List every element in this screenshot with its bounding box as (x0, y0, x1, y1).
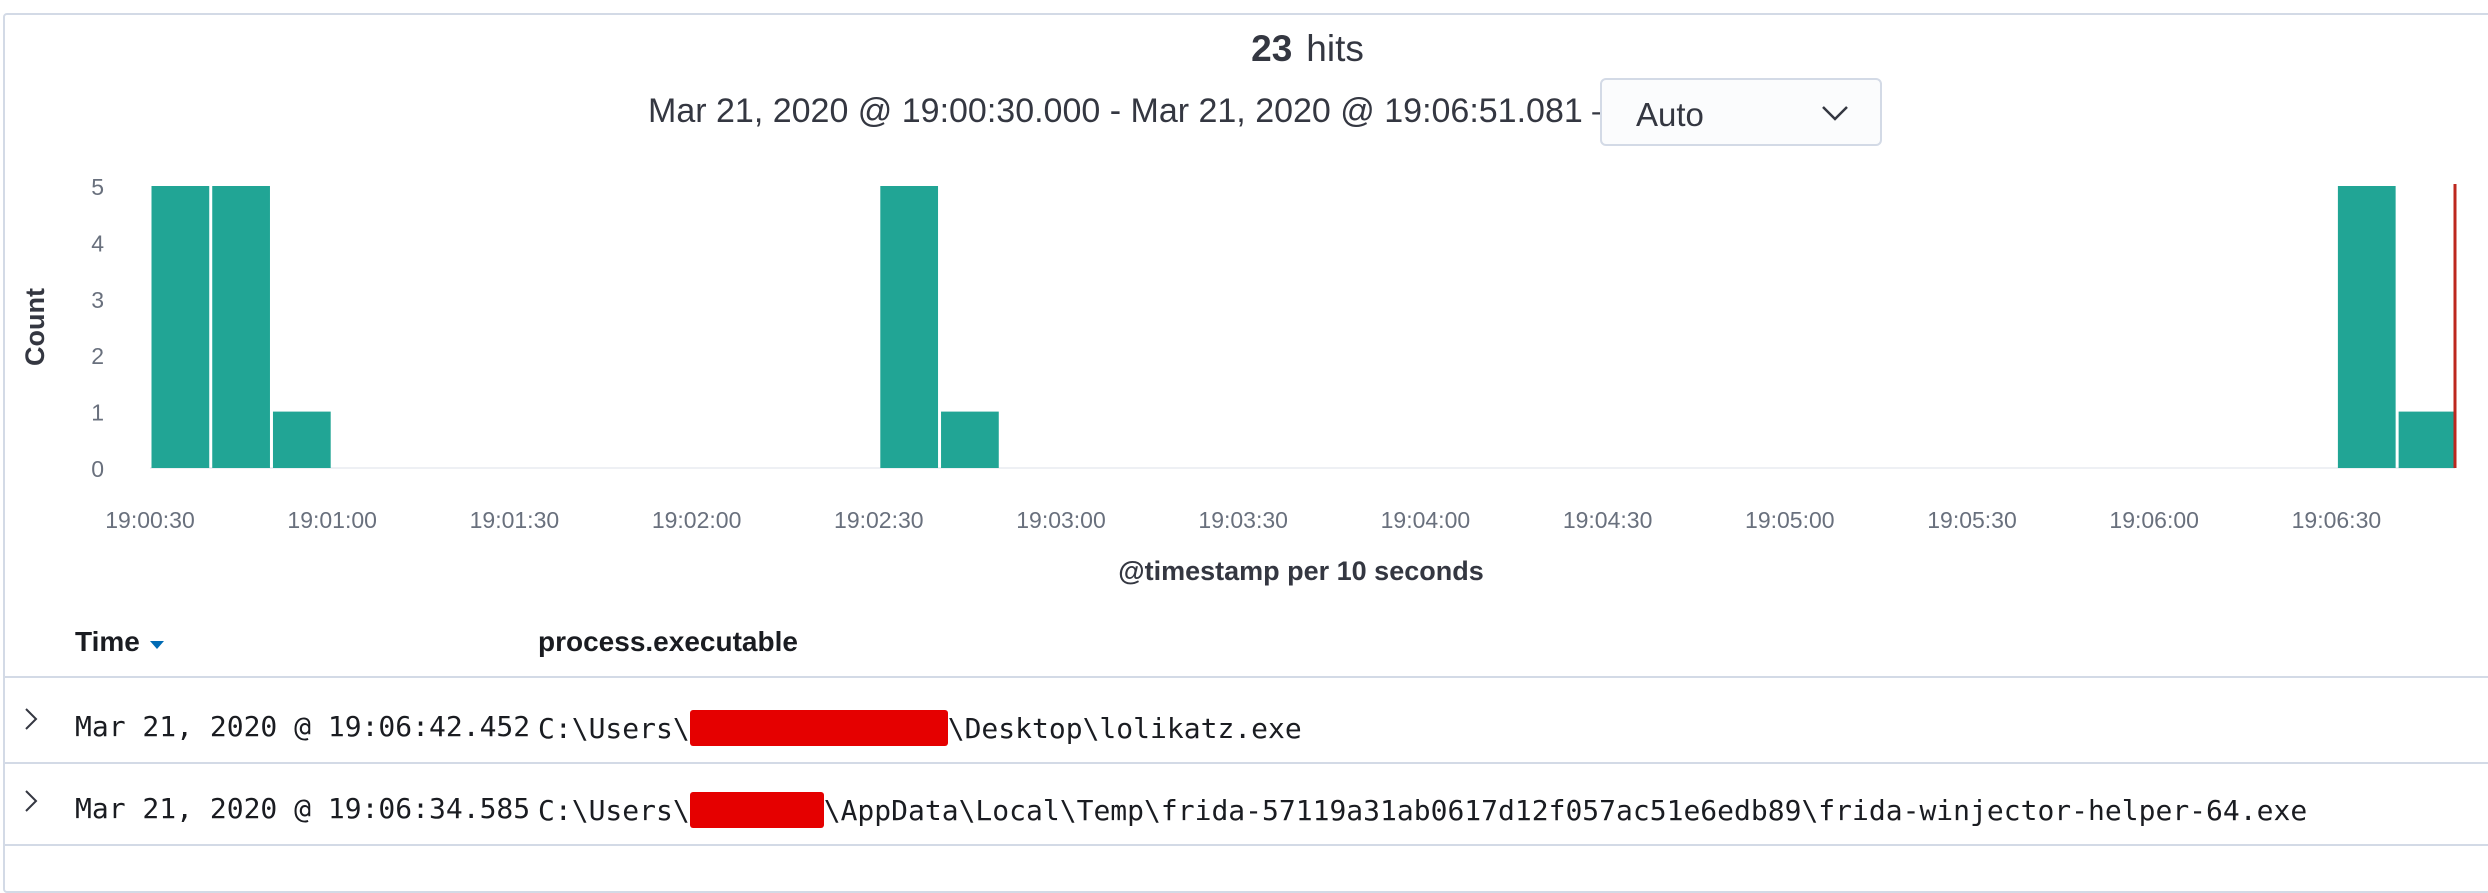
chevron-right-icon[interactable] (18, 706, 44, 732)
column-header-executable[interactable]: process.executable (538, 626, 798, 658)
x-tick-label: 19:05:30 (1927, 507, 2017, 533)
x-tick-label: 19:01:00 (287, 507, 377, 533)
chevron-down-icon (1822, 106, 1848, 121)
histogram-bar (2398, 411, 2457, 468)
hits-label: hits (1306, 28, 1364, 69)
time-range-text: Mar 21, 2020 @ 19:00:30.000 - Mar 21, 20… (648, 92, 1627, 130)
column-header-time[interactable]: Time (75, 626, 166, 658)
hits-number: 23 (1251, 28, 1293, 69)
histogram-bar (151, 186, 210, 468)
exe-suffix: \AppData\Local\Temp\frida-57119a31ab0617… (823, 794, 2308, 827)
row-time: Mar 21, 2020 @ 19:06:42.452 (75, 710, 531, 743)
histogram-bar (941, 411, 999, 468)
x-tick-label: 19:04:00 (1381, 507, 1471, 533)
histogram-chart[interactable]: 0 1 2 3 4 5 19:00:30 19:01:00 19:01:30 19:02:00 19… (0, 160, 2488, 590)
histogram-bar (880, 186, 939, 468)
x-tick-label: 19:02:30 (834, 507, 924, 533)
hits-count: 23 hits (0, 28, 2488, 70)
row-divider (3, 844, 2488, 846)
table-header: Time process.executable (0, 604, 2488, 674)
table-row[interactable]: Mar 21, 2020 @ 19:06:34.585 C:\Users\ \Ap… (0, 768, 2488, 848)
exe-suffix: \Desktop\lolikatz.exe (947, 712, 1302, 745)
row-executable: C:\Users\ \AppData\Local\Temp\frida-57119… (538, 792, 2307, 828)
y-tick-label: 5 (91, 174, 104, 200)
chevron-right-icon[interactable] (18, 788, 44, 814)
interval-value: Auto (1636, 96, 1704, 133)
x-tick-label: 19:06:00 (2109, 507, 2199, 533)
header-divider (3, 676, 2488, 678)
x-tick-label: 19:03:00 (1016, 507, 1106, 533)
y-tick-label: 3 (91, 287, 104, 313)
row-time: Mar 21, 2020 @ 19:06:34.585 (75, 792, 531, 825)
y-tick-label: 4 (91, 230, 104, 256)
y-axis-title: Count (20, 288, 50, 366)
histogram-bar (212, 186, 270, 468)
x-tick-label: 19:04:30 (1563, 507, 1653, 533)
row-divider (3, 762, 2488, 764)
histogram-bar (2337, 186, 2396, 468)
x-tick-label: 19:00:30 (105, 507, 195, 533)
redaction-box (689, 710, 948, 746)
x-tick-label: 19:01:30 (470, 507, 560, 533)
exe-prefix: C:\Users\ (538, 794, 690, 827)
x-axis-title: @timestamp per 10 seconds (1118, 556, 1483, 586)
table-row[interactable]: Mar 21, 2020 @ 19:06:42.452 C:\Users\ \De… (0, 686, 2488, 766)
exe-prefix: C:\Users\ (538, 712, 690, 745)
time-range-row: Mar 21, 2020 @ 19:00:30.000 - Mar 21, 20… (0, 78, 2488, 148)
y-tick-label: 1 (91, 400, 104, 426)
column-header-time-label: Time (75, 626, 140, 657)
histogram-bar (272, 411, 331, 468)
sort-down-icon[interactable] (148, 637, 166, 651)
x-tick-label: 19:02:00 (652, 507, 742, 533)
y-tick-label: 2 (91, 343, 104, 369)
x-tick-label: 19:05:00 (1745, 507, 1835, 533)
row-executable: C:\Users\ \Desktop\lolikatz.exe (538, 710, 1302, 746)
interval-select[interactable]: Auto (1600, 78, 1882, 146)
x-tick-label: 19:06:30 (2292, 507, 2382, 533)
redaction-box (689, 792, 824, 828)
y-tick-label: 0 (91, 456, 104, 482)
x-tick-label: 19:03:30 (1198, 507, 1288, 533)
